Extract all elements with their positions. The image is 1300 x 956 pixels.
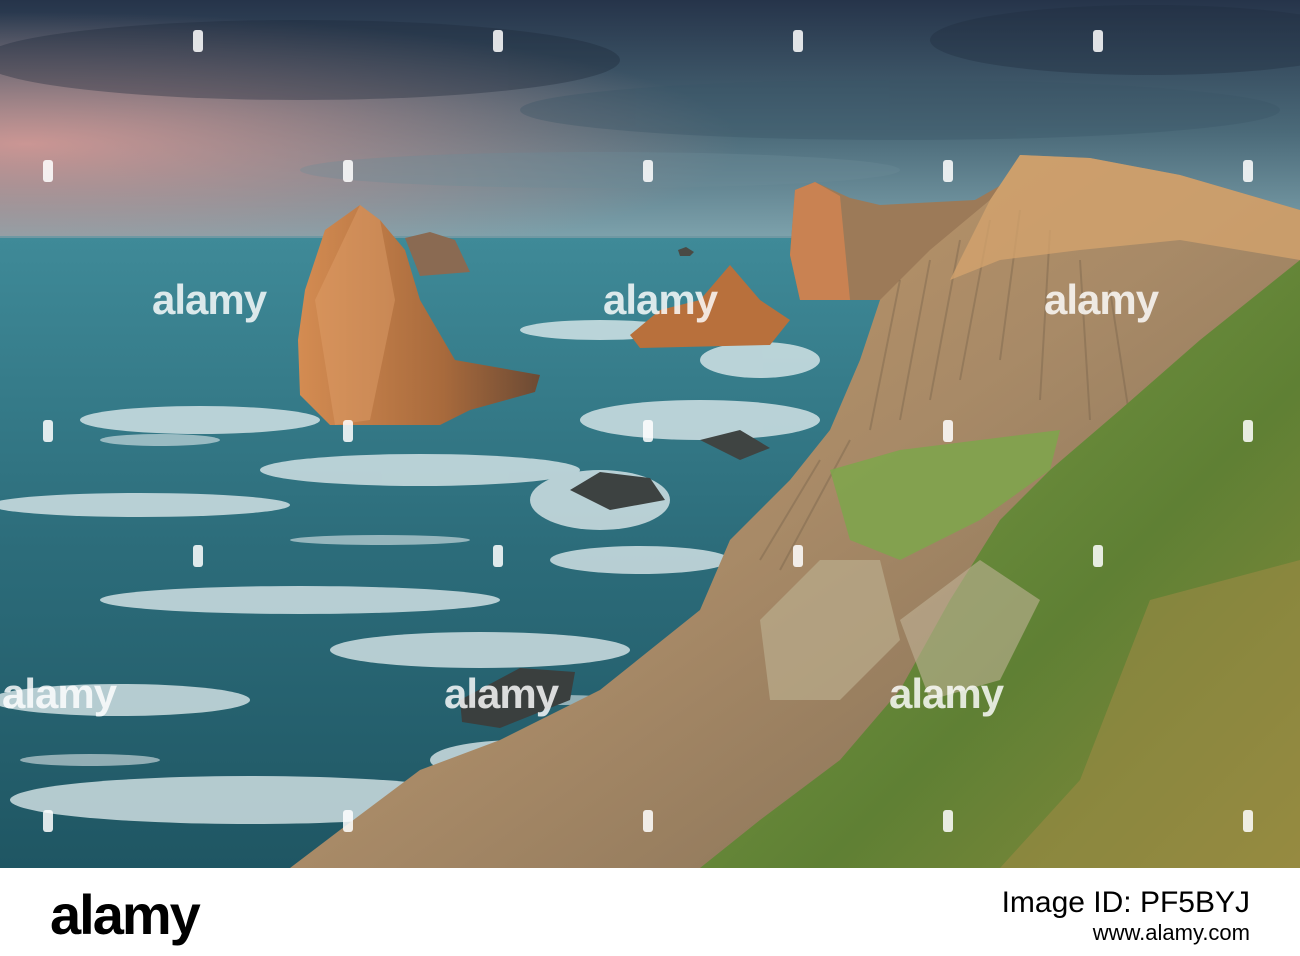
image-info: Image ID: PF5BYJ www.alamy.com [1002, 886, 1250, 946]
coastal-cliffs-photo [0, 0, 1300, 868]
footer-bar: alamy Image ID: PF5BYJ www.alamy.com [0, 868, 1300, 956]
alamy-logo[interactable]: alamy [50, 882, 201, 947]
image-id-label: Image ID: PF5BYJ [1001, 886, 1250, 919]
page: alamy alamy alamy alamy alamy alamy alam… [0, 0, 1300, 956]
site-url-link[interactable]: www.alamy.com [1002, 920, 1250, 946]
